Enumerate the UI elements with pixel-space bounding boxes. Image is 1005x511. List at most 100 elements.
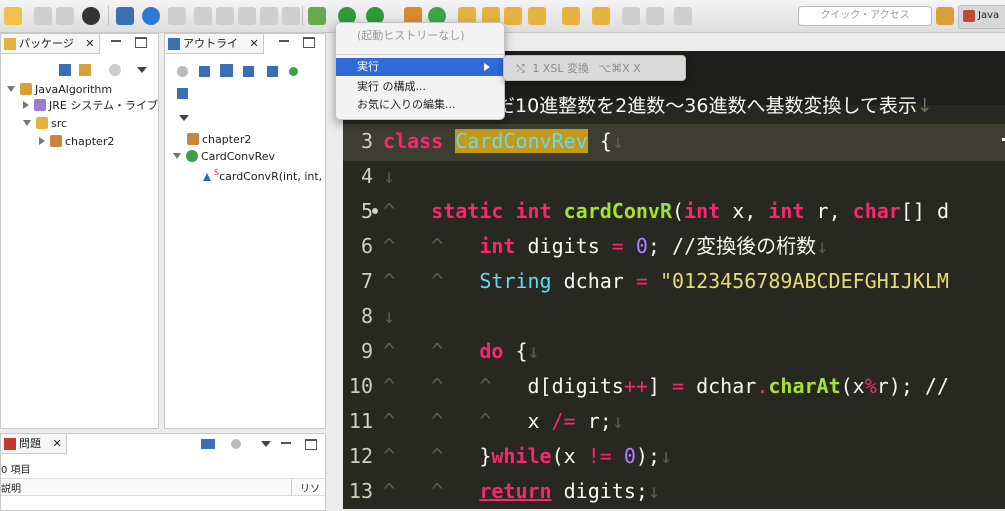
tab-label: アウトライ	[183, 37, 238, 50]
code-content: ^ ^ String dchar = "0123456789ABCDEFGHIJ…	[383, 269, 949, 293]
expand-icon[interactable]	[23, 120, 31, 126]
sort-icon[interactable]	[220, 64, 233, 77]
tab-label: 問題	[19, 437, 41, 450]
search-icon[interactable]	[528, 7, 546, 25]
menu-item-no-history: (起動ヒストリーなし)	[357, 29, 465, 42]
code-line[interactable]: 11 ^ ^ ^ x /= r;↓	[343, 404, 1005, 439]
maximize-icon[interactable]	[303, 37, 315, 48]
comment-line: だ10進整数を2進数〜36進数へ基数変換して表示↓	[496, 91, 933, 118]
code-line[interactable]: 5 ^ static int cardConvR(int x, int r, ch…	[343, 194, 1005, 229]
collapse-all-icon[interactable]	[59, 64, 71, 76]
focus-icon[interactable]	[177, 66, 188, 77]
package-icon	[50, 135, 62, 147]
close-icon[interactable]: ✕	[250, 37, 259, 50]
minimize-icon[interactable]	[111, 37, 121, 42]
tree-item-jre[interactable]: JRE システム・ライブ	[23, 98, 158, 114]
expand-icon[interactable]	[39, 137, 45, 145]
next-annotation-icon[interactable]	[562, 7, 580, 25]
code-line[interactable]: 3 class CardConvRev {↓	[343, 124, 1005, 159]
new-icon[interactable]	[4, 7, 22, 25]
save-icon[interactable]	[34, 7, 52, 25]
submenu-item-xsl[interactable]: 1 XSL 変換 ⌥⌘X X	[532, 62, 640, 75]
link-with-editor-icon[interactable]	[79, 64, 91, 76]
minimize-icon[interactable]	[281, 439, 291, 444]
expand-icon[interactable]	[23, 101, 29, 109]
tab-outline[interactable]: アウトライ ✕	[165, 34, 264, 54]
tree-item-label: JavaAlgorithm	[35, 83, 113, 96]
last-edit-icon[interactable]	[622, 7, 640, 25]
code-line[interactable]: 9 ^ ^ do {↓	[343, 334, 1005, 369]
open-task-icon[interactable]	[504, 7, 522, 25]
problem-count: 0 項目	[1, 465, 31, 476]
tool-icon[interactable]	[168, 7, 186, 25]
menu-item-organize-favorites[interactable]: お気に入りの編集...	[336, 96, 504, 114]
prev-annotation-icon[interactable]	[592, 7, 610, 25]
open-perspective-icon[interactable]	[936, 7, 954, 25]
save-all-icon[interactable]	[56, 7, 74, 25]
tool2-icon[interactable]	[194, 7, 212, 25]
tree-item-chapter2[interactable]: chapter2	[39, 134, 114, 150]
menu-item-run-configurations[interactable]: 実行 の構成...	[336, 78, 504, 96]
collapse-all-icon[interactable]	[199, 66, 210, 77]
line-number: 5	[360, 199, 373, 223]
java-perspective-button[interactable]: Java	[958, 5, 1005, 29]
tree-item-package[interactable]: chapter2	[187, 132, 251, 148]
quick-access-input[interactable]: クイック・アクセス	[798, 6, 932, 26]
tree-item-label: CardConvRev	[201, 150, 276, 163]
tab-package-explorer[interactable]: パッケージ ✕	[1, 34, 100, 54]
code-line[interactable]: 6 ^ ^ int digits = 0; //変換後の桁数↓	[343, 229, 1005, 264]
fold-marker-icon[interactable]	[372, 208, 378, 214]
tree-item-src[interactable]: src	[23, 116, 67, 132]
line-number: 6	[360, 234, 373, 258]
terminal-icon[interactable]	[116, 7, 134, 25]
code-line[interactable]: 10 ^ ^ ^ d[digits++] = dchar.charAt(x%r);…	[343, 369, 1005, 404]
code-line[interactable]: 12 ^ ^ }while(x != 0);↓	[343, 439, 1005, 474]
close-icon[interactable]: ✕	[53, 437, 62, 450]
tree-item-class[interactable]: CardConvRev	[173, 149, 275, 165]
column-header-resource[interactable]: リソ	[300, 480, 320, 495]
forward-icon[interactable]	[674, 7, 692, 25]
hide-static-icon[interactable]	[267, 66, 278, 77]
expand-icon[interactable]	[173, 153, 181, 159]
focus-icon[interactable]	[231, 439, 241, 449]
maximize-icon[interactable]	[135, 37, 147, 48]
hide-fields-icon[interactable]	[243, 66, 254, 77]
expand-icon[interactable]	[7, 86, 15, 92]
filter-icon[interactable]	[201, 439, 215, 449]
comment-text: だ10進整数を2進数〜36進数へ基数変換して表示	[496, 95, 917, 117]
hide-nonpublic-icon[interactable]	[289, 67, 298, 76]
library-icon	[34, 99, 46, 111]
problems-icon	[4, 438, 16, 450]
maximize-icon[interactable]	[305, 439, 317, 450]
settings-icon[interactable]	[142, 7, 160, 25]
focus-icon[interactable]	[109, 64, 121, 76]
code-line[interactable]: 13 ^ ^ return digits;↓	[343, 474, 1005, 509]
code-content: ^ static int cardConvR(int x, int r, cha…	[383, 199, 949, 223]
close-icon[interactable]: ✕	[85, 37, 94, 50]
view-menu-icon[interactable]	[179, 115, 189, 121]
hide-local-types-icon[interactable]	[177, 88, 188, 99]
tree-item-project[interactable]: JavaAlgorithm	[7, 82, 112, 98]
view-menu-icon[interactable]	[261, 441, 271, 447]
project-icon	[20, 83, 32, 95]
minimize-icon[interactable]	[279, 37, 289, 42]
code-line[interactable]: 8 ↓	[343, 299, 1005, 334]
tool4-icon[interactable]	[238, 7, 256, 25]
tool6-icon[interactable]	[282, 7, 300, 25]
code-line[interactable]: 4 ↓	[343, 159, 1005, 194]
tool5-icon[interactable]	[260, 7, 278, 25]
column-header-description[interactable]: 説明	[1, 480, 21, 495]
submenu-arrow-icon	[484, 63, 490, 71]
class-icon	[186, 150, 198, 162]
tab-problems[interactable]: 問題 ✕	[1, 434, 67, 454]
tree-item-label: src	[51, 117, 68, 130]
menu-item-label: 実行	[357, 60, 379, 73]
back-icon[interactable]	[646, 7, 664, 25]
debug-icon[interactable]	[308, 7, 326, 25]
tree-item-method[interactable]: ScardConvR(int, int,	[203, 165, 322, 183]
code-line[interactable]: 7 ^ ^ String dchar = "0123456789ABCDEFGHI…	[343, 264, 1005, 299]
tool3-icon[interactable]	[216, 7, 234, 25]
menu-item-run[interactable]: 実行	[336, 58, 504, 76]
account-icon[interactable]	[82, 7, 100, 25]
view-menu-icon[interactable]	[137, 67, 147, 73]
